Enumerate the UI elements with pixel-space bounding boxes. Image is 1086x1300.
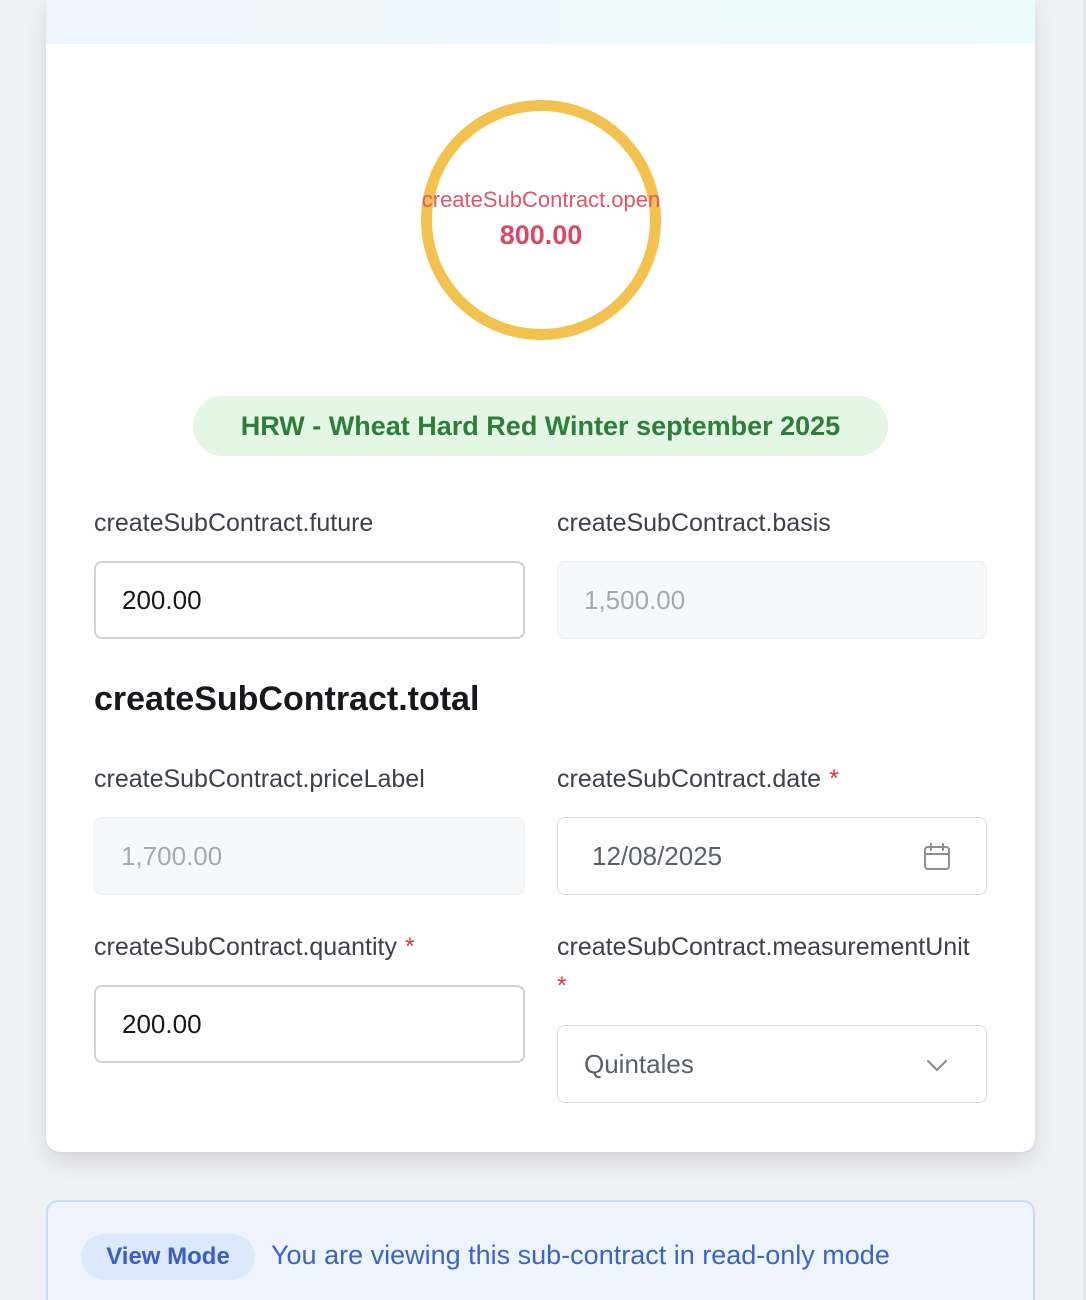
price-label: createSubContract.priceLabel	[94, 765, 425, 793]
quantity-label: createSubContract.quantity *	[94, 933, 415, 962]
sub-contract-page: createSubContract.open 800.00 HRW - Whea…	[0, 0, 1086, 1300]
total-heading: createSubContract.total	[94, 680, 480, 718]
sub-contract-card: createSubContract.open 800.00 HRW - Whea…	[46, 0, 1035, 1152]
future-label: createSubContract.future	[94, 509, 374, 537]
view-mode-badge: View Mode	[81, 1234, 255, 1280]
price-value: 1,700.00	[121, 840, 223, 871]
measurement-unit-value: Quintales	[584, 1048, 694, 1079]
date-picker[interactable]: 12/08/2025	[557, 817, 987, 895]
calendar-icon[interactable]	[922, 842, 952, 872]
date-label: createSubContract.date *	[557, 765, 839, 794]
chevron-down-icon[interactable]	[922, 1050, 952, 1080]
measurement-unit-select[interactable]: Quintales	[557, 1025, 987, 1103]
basis-label: createSubContract.basis	[557, 509, 831, 537]
required-marker: *	[404, 933, 415, 961]
basis-input: 1,500.00	[557, 561, 987, 639]
date-value: 12/08/2025	[592, 840, 723, 871]
commodity-badge: HRW - Wheat Hard Red Winter september 20…	[193, 396, 888, 456]
future-input[interactable]: 200.00	[94, 561, 525, 639]
read-only-banner: View Mode You are viewing this sub-contr…	[46, 1200, 1035, 1300]
measurement-unit-label: createSubContract.measurementUnit	[557, 933, 970, 961]
open-quantity-label: createSubContract.open	[421, 187, 661, 212]
quantity-input[interactable]: 200.00	[94, 985, 525, 1063]
read-only-message: You are viewing this sub-contract in rea…	[271, 1240, 890, 1270]
required-marker: *	[557, 972, 567, 1000]
quantity-label-text: createSubContract.quantity	[94, 933, 397, 961]
card-header	[46, 0, 1035, 44]
open-quantity-value: 800.00	[499, 220, 583, 250]
quantity-value: 200.00	[122, 1008, 202, 1039]
basis-value: 1,500.00	[584, 584, 686, 615]
future-value: 200.00	[122, 584, 202, 615]
price-input: 1,700.00	[94, 817, 525, 895]
required-marker: *	[829, 765, 839, 793]
date-label-text: createSubContract.date	[557, 765, 822, 793]
